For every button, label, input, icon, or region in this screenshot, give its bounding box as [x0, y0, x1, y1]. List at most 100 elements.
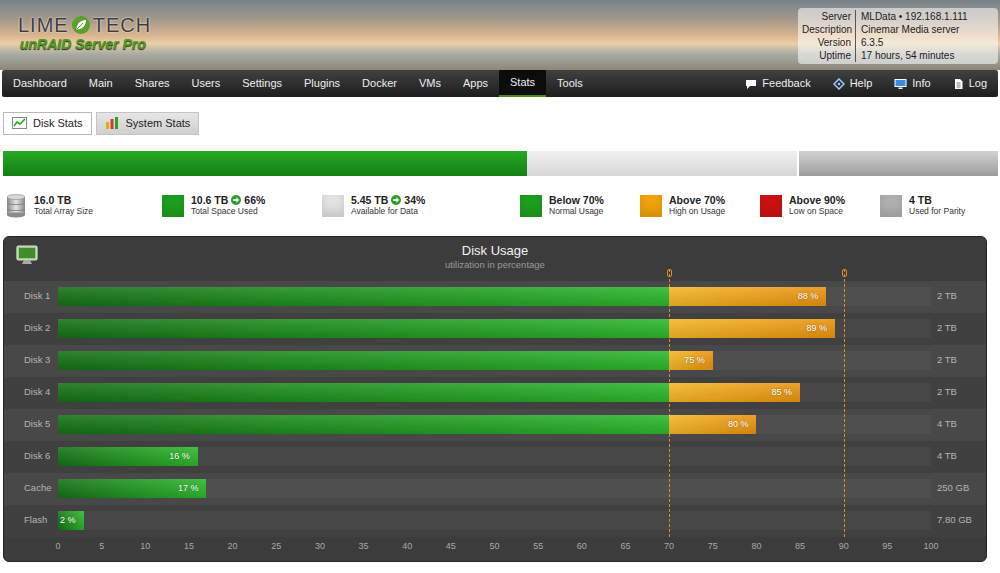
info-label: Server: [802, 10, 856, 23]
axis-tick: 20: [228, 540, 238, 554]
nav-item[interactable]: Settings: [231, 70, 293, 97]
legend-item: Above 70%High on Usage: [640, 194, 760, 218]
stats-tabs: Disk Stats System Stats: [3, 112, 1000, 135]
axis-tick: 25: [271, 540, 281, 554]
chart-row: Disk 580 %4 TB: [4, 409, 986, 441]
bar-value: 16 %: [167, 450, 198, 464]
bar-track: 85 %: [58, 383, 931, 402]
nav-label: Info: [912, 75, 930, 92]
info-label: Uptime: [802, 49, 856, 62]
arrow-icon: [231, 195, 241, 205]
axis-tick: 50: [489, 540, 499, 554]
server-info: ServerMLData • 192.168.1.111DescriptionC…: [798, 8, 998, 64]
disk-name: Flash: [4, 513, 58, 527]
disk-size: 7.80 GB: [931, 513, 986, 527]
logo-text: LIME: [18, 14, 69, 36]
chart-header-spacer: [926, 243, 986, 281]
nav-item[interactable]: Docker: [351, 70, 408, 97]
nav-item[interactable]: Dashboard: [2, 70, 78, 97]
legend-amount: Below 70%: [549, 194, 604, 206]
axis-tick: 95: [882, 540, 892, 554]
nav-item[interactable]: Users: [181, 70, 232, 97]
chart-icon-box: [4, 243, 64, 281]
array-track: [3, 151, 797, 176]
axis-tick: 90: [839, 540, 849, 554]
tab-label: System Stats: [126, 115, 191, 132]
axis-tick: 65: [620, 540, 630, 554]
legend-swatch: [162, 195, 184, 217]
legend-percent: 66%: [244, 194, 265, 206]
axis-tick: 70: [664, 540, 674, 554]
info-value: 6.3.5: [856, 36, 883, 49]
bar-fill: 2 %: [58, 511, 84, 530]
legend-value: Above 70%: [669, 194, 725, 206]
nav-item[interactable]: VMs: [408, 70, 452, 97]
info-row: ServerMLData • 192.168.1.111: [802, 10, 990, 23]
legend-text: Above 70%High on Usage: [669, 194, 725, 217]
help-icon: [833, 78, 845, 90]
legend-amount: 4 TB: [909, 194, 932, 206]
stats-tab[interactable]: System Stats: [96, 112, 200, 135]
leaf-icon: [71, 15, 91, 35]
legend-amount: Above 70%: [669, 194, 725, 206]
chart-row: Disk 616 %4 TB: [4, 441, 986, 473]
axis-tick: 45: [446, 540, 456, 554]
bar-fill: 17 %: [58, 479, 206, 498]
info-value: Cinemar Media server: [856, 23, 959, 36]
legend-percent: 34%: [404, 194, 425, 206]
legend-value: Below 70%: [549, 194, 604, 206]
nav-item[interactable]: Tools: [546, 70, 594, 97]
nav-label: Log: [969, 75, 987, 92]
legend-swatch: [640, 195, 662, 217]
disk-name: Disk 6: [4, 449, 58, 463]
legend-text: 16.0 TBTotal Array Size: [34, 194, 93, 217]
legend-caption: High on Usage: [669, 206, 725, 217]
chart-row: Disk 289 %2 TB: [4, 313, 986, 345]
legend-text: 4 TBUsed for Parity: [909, 194, 965, 217]
stats-tab[interactable]: Disk Stats: [3, 112, 92, 135]
info-row: Uptime17 hours, 54 minutes: [802, 49, 990, 62]
legend-item: 4 TBUsed for Parity: [880, 194, 965, 218]
info-icon: [894, 78, 907, 90]
chart-row: Flash2 % 7.80 GB: [4, 505, 986, 537]
logo[interactable]: LIMETECHunRAID Server Pro: [0, 0, 151, 53]
disk-usage-chart: Disk Usageutilization in percentageDisk …: [3, 236, 987, 562]
bar-track: 88 %: [58, 287, 931, 306]
nav-item[interactable]: Stats: [499, 70, 546, 97]
legend-swatch: [880, 195, 902, 217]
bar-track: 2 %: [58, 511, 931, 530]
chart-body: Disk 188 %2 TBDisk 289 %2 TBDisk 375 %2 …: [4, 281, 986, 537]
axis-tick: 75: [708, 540, 718, 554]
bar-value: 80 %: [726, 418, 757, 432]
info-label: Version: [802, 36, 856, 49]
log-icon: [953, 78, 964, 90]
info-label: Description: [802, 23, 856, 36]
bar-value: 89 %: [804, 322, 835, 336]
nav-info-link[interactable]: Info: [883, 70, 941, 97]
legend-value: 4 TB: [909, 194, 965, 206]
axis-tick: 10: [140, 540, 150, 554]
nav-item[interactable]: Shares: [124, 70, 181, 97]
disk-size: 2 TB: [931, 353, 986, 367]
legend-caption: Total Array Size: [34, 206, 93, 217]
chart-row: Disk 188 %2 TB: [4, 281, 986, 313]
axis-tick: 0: [55, 540, 60, 554]
bar-track: 80 %: [58, 415, 931, 434]
nav-help-link[interactable]: Help: [822, 70, 884, 97]
bar-fill: 80 %: [58, 415, 756, 434]
disk-name: Cache: [4, 481, 58, 495]
legend-caption: Low on Space: [789, 206, 845, 217]
nav-item[interactable]: Main: [78, 70, 124, 97]
nav-label: Help: [850, 75, 873, 92]
nav-log-link[interactable]: Log: [942, 70, 998, 97]
axis-tick: 60: [577, 540, 587, 554]
nav-item[interactable]: Apps: [452, 70, 499, 97]
legend-text: Below 70%Normal Usage: [549, 194, 604, 217]
bar-fill: 88 %: [58, 287, 826, 306]
nav-feedback-link[interactable]: Feedback: [734, 70, 821, 97]
threshold-marker: [667, 269, 672, 277]
threshold-line: [669, 269, 670, 537]
axis-tick: 100: [923, 540, 938, 554]
nav-item[interactable]: Plugins: [293, 70, 351, 97]
info-value: MLData • 192.168.1.111: [856, 10, 968, 23]
